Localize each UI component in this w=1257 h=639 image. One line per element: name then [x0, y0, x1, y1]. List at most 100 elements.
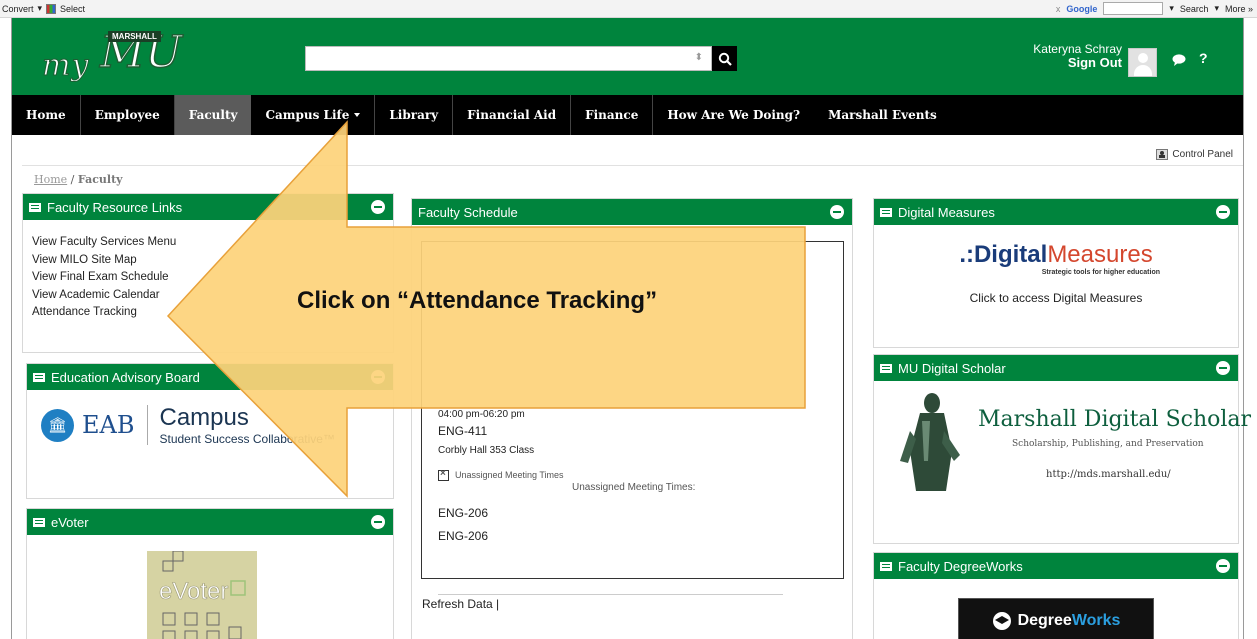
portlet-title: eVoter	[51, 514, 89, 530]
minimize-icon[interactable]	[1216, 205, 1230, 219]
search-button[interactable]	[712, 46, 737, 71]
logo-badge: MARSHALL	[108, 31, 161, 42]
evoter-logo-text: eVoter	[159, 578, 228, 605]
dm-tagline: Strategic tools for higher education	[1041, 269, 1160, 276]
eab-logo[interactable]: 🏛 EAB Campus Student Success Collaborati…	[41, 404, 335, 446]
resource-links-list: View Faculty Services Menu View MILO Sit…	[32, 234, 176, 322]
portlet-header: Digital Measures	[874, 199, 1238, 225]
search-input[interactable]: ⬍	[305, 46, 712, 71]
refresh-data-link[interactable]: Refresh Data |	[422, 597, 499, 611]
portlet-icon	[880, 207, 892, 217]
breadcrumb-separator: /	[67, 173, 78, 186]
close-box-icon	[438, 468, 449, 482]
nav-home[interactable]: Home	[12, 95, 81, 135]
eab-sub-text: Student Success Collaborative™	[159, 432, 335, 446]
convert-button[interactable]: Convert	[2, 4, 34, 14]
chat-bubble-icon[interactable]	[1172, 54, 1186, 66]
nav-finance[interactable]: Finance	[571, 95, 654, 135]
graduation-cap-icon	[992, 611, 1011, 630]
site-header: my MU MARSHALL ⬍ Kateryna Schray Sign Ou…	[12, 18, 1243, 95]
nav-employee[interactable]: Employee	[81, 95, 175, 135]
portlet-evoter: eVoter eVoter	[26, 508, 394, 639]
nav-library[interactable]: Library	[375, 95, 454, 135]
chevron-down-icon[interactable]: ▾	[1214, 3, 1219, 14]
link-academic-calendar[interactable]: View Academic Calendar	[32, 287, 176, 305]
link-faculty-services-menu[interactable]: View Faculty Services Menu	[32, 234, 176, 252]
nav-how-are-we-doing[interactable]: How Are We Doing?	[653, 95, 814, 135]
nav-campus-life[interactable]: Campus Life	[251, 95, 376, 135]
schedule-time: 04:00 pm-06:20 pm	[438, 409, 525, 420]
link-final-exam-schedule[interactable]: View Final Exam Schedule	[32, 269, 176, 287]
user-name[interactable]: Kateryna Schray	[1012, 42, 1122, 56]
digital-scholar-subtitle: Scholarship, Publishing, and Preservatio…	[1012, 439, 1204, 449]
browser-toolbar: Convert ▾ Select x Google ▾ Search ▾ Mor…	[0, 0, 1257, 18]
minimize-icon[interactable]	[1216, 361, 1230, 375]
minimize-icon[interactable]	[1216, 559, 1230, 573]
minimize-icon[interactable]	[371, 200, 385, 214]
portlet-title: Faculty Resource Links	[47, 199, 183, 215]
portlet-icon	[880, 363, 892, 373]
select-grid-icon	[46, 3, 57, 14]
degreeworks-logo[interactable]: Degree Works	[958, 598, 1154, 639]
digital-measures-logo[interactable]: .:DigitalMeasures Strategic tools for hi…	[928, 241, 1184, 276]
portlet-faculty-resource-links: Faculty Resource Links View Faculty Serv…	[22, 193, 394, 353]
breadcrumb: Home / Faculty	[34, 173, 123, 186]
portlet-icon	[33, 372, 45, 382]
spinner-icon: ⬍	[694, 52, 703, 63]
avatar[interactable]	[1128, 48, 1157, 77]
schedule-course[interactable]: ENG-411	[438, 424, 487, 438]
dm-logo-a: .:Digital	[959, 241, 1048, 268]
chevron-down-icon[interactable]: ▾	[38, 3, 43, 14]
digital-scholar-url[interactable]: http://mds.marshall.edu/	[1046, 469, 1171, 480]
portlet-header: eVoter	[27, 509, 393, 535]
control-panel-label: Control Panel	[1172, 149, 1233, 160]
digital-measures-link[interactable]: Click to access Digital Measures	[874, 291, 1238, 305]
divider	[438, 594, 783, 595]
close-icon[interactable]: x	[1056, 4, 1061, 14]
minimize-icon[interactable]	[371, 370, 385, 384]
degreeworks-logo-a: Degree	[1017, 611, 1072, 629]
frame-border-right	[1243, 18, 1244, 639]
degreeworks-logo-b: Works	[1071, 611, 1121, 629]
portlet-header: Education Advisory Board	[27, 364, 393, 390]
search-button[interactable]: Search	[1180, 4, 1209, 14]
help-icon[interactable]: ?	[1199, 50, 1208, 66]
nav-financial-aid[interactable]: Financial Aid	[453, 95, 572, 135]
portlet-mu-digital-scholar: MU Digital Scholar Marshall Digital Scho…	[873, 354, 1251, 544]
unassigned-course[interactable]: ENG-206	[438, 506, 488, 520]
link-milo-site-map[interactable]: View MILO Site Map	[32, 252, 176, 270]
mymu-logo[interactable]: my MU MARSHALL	[41, 27, 192, 84]
more-button[interactable]: More »	[1225, 4, 1253, 14]
sign-out-link[interactable]: Sign Out	[1012, 56, 1122, 70]
evoter-logo[interactable]: eVoter	[147, 550, 257, 639]
nav-faculty[interactable]: Faculty	[174, 95, 252, 135]
control-panel[interactable]: Control Panel	[1156, 149, 1233, 160]
chevron-down-icon[interactable]: ▾	[1169, 3, 1174, 14]
chevron-down-icon	[354, 113, 361, 117]
breadcrumb-home[interactable]: Home	[34, 173, 67, 186]
portlet-icon	[33, 517, 45, 527]
divider	[22, 165, 1243, 166]
digital-scholar-title: Marshall Digital Scholar	[978, 407, 1252, 432]
link-attendance-tracking[interactable]: Attendance Tracking	[32, 304, 176, 322]
portlet-header: MU Digital Scholar	[874, 355, 1238, 381]
breadcrumb-current: Faculty	[77, 173, 123, 186]
eab-campus-text: Campus	[159, 404, 249, 431]
divider	[146, 405, 148, 445]
marshall-statue-icon	[900, 393, 960, 491]
google-search-input[interactable]	[1103, 2, 1164, 15]
nav-marshall-events[interactable]: Marshall Events	[814, 95, 951, 135]
portlet-title: MU Digital Scholar	[898, 360, 1006, 376]
unassigned-label: Unassigned Meeting Times	[455, 470, 564, 480]
unassigned-course[interactable]: ENG-206	[438, 529, 488, 543]
schedule-location: Corbly Hall 353 Class	[438, 445, 535, 456]
digital-scholar-logo[interactable]: Marshall Digital Scholar Scholarship, Pu…	[892, 389, 1251, 499]
portlet-faculty-degreeworks: Faculty DegreeWorks Degree Works	[873, 552, 1239, 639]
portlet-title: Digital Measures	[898, 204, 995, 220]
minimize-icon[interactable]	[830, 205, 844, 219]
portlet-title: Education Advisory Board	[51, 369, 200, 385]
portlet-faculty-schedule: Faculty Schedule 04:00 pm-06:20 pm ENG-4…	[411, 198, 853, 639]
minimize-icon[interactable]	[371, 515, 385, 529]
select-button[interactable]: Select	[60, 4, 85, 14]
unassigned-row[interactable]: Unassigned Meeting Times	[438, 468, 564, 482]
